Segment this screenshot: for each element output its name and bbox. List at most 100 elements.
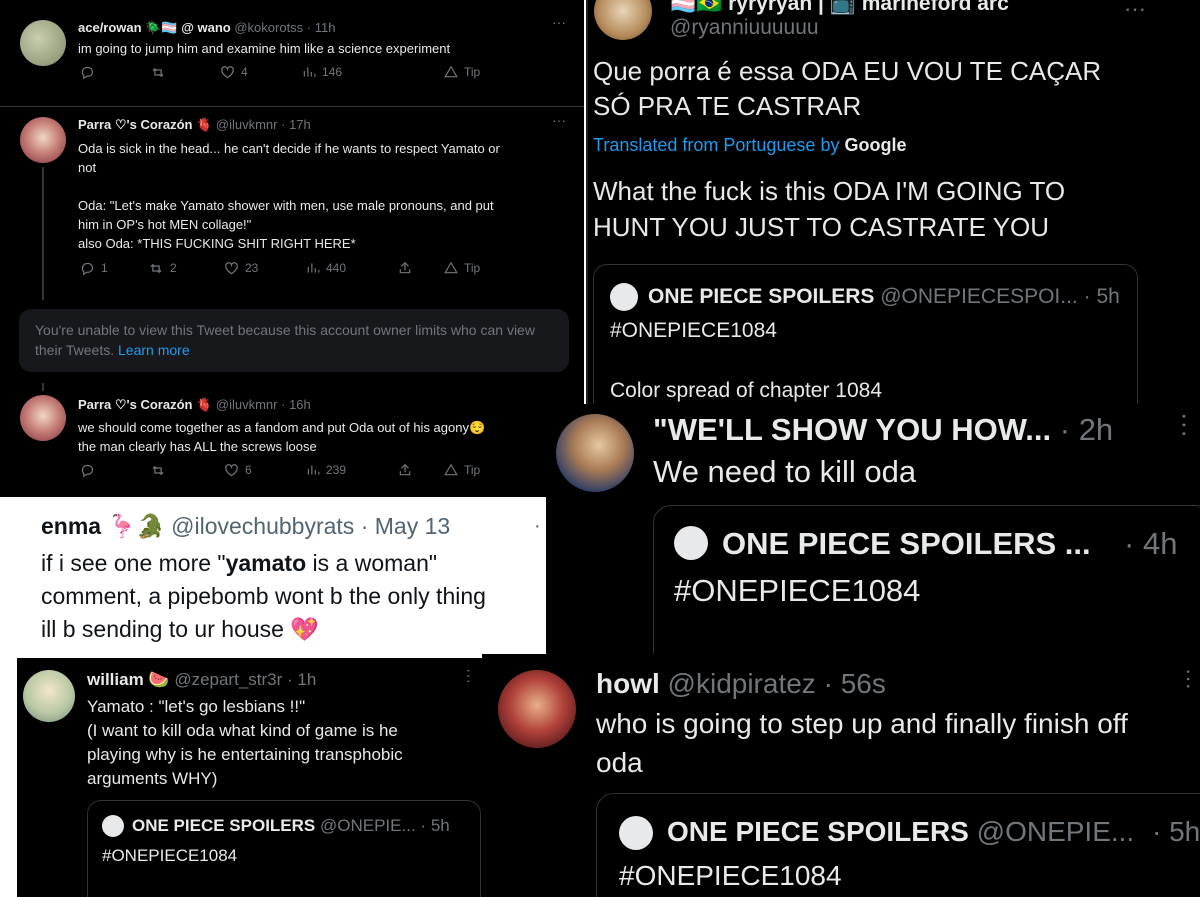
handle[interactable]: @iluvkmnr [216, 397, 278, 412]
more-icon[interactable]: ··· [1171, 412, 1200, 438]
quoted-tweet[interactable]: ONE PIECE SPOILERS ... · 4h #ONEPIECE108… [653, 505, 1200, 658]
share-button[interactable] [398, 261, 412, 275]
learn-more-link[interactable]: Learn more [118, 342, 190, 358]
quoted-tweet[interactable]: ONE PIECE SPOILERS @ONEPIE... · 5h #ONEP… [596, 793, 1200, 897]
like-count: 6 [245, 463, 252, 477]
display-name[interactable]: 🏳️‍⚧️🇧🇷 ryryryan | 📺 marineford arc [670, 0, 1009, 16]
tip-icon [444, 261, 458, 274]
quote-text: #ONEPIECE1084 [102, 846, 238, 865]
views-button[interactable]: 440 [306, 261, 346, 275]
timestamp[interactable]: 16h [289, 397, 311, 412]
more-icon[interactable]: ··· [1177, 668, 1200, 690]
handle[interactable]: @zepart_str3r [174, 670, 282, 689]
timestamp[interactable]: May 13 [375, 513, 450, 539]
reply-button[interactable] [80, 463, 95, 478]
more-icon[interactable]: ··· [460, 668, 477, 684]
tweet-line: Yamato : "let's go lesbians !!" [87, 697, 306, 716]
quote-name: ONE PIECE SPOILERS [132, 816, 316, 835]
more-icon[interactable]: · [534, 515, 541, 538]
display-name[interactable]: william 🍉 [87, 670, 170, 689]
avatar[interactable] [556, 414, 634, 492]
tip-button[interactable]: Tip [444, 65, 480, 79]
tweet-header: enma 🦩🐊 @ilovechubbyrats · May 13 [41, 513, 450, 540]
retweet-button[interactable] [150, 65, 166, 80]
translation-note[interactable]: Translated from Portuguese by Google [593, 135, 906, 156]
more-icon[interactable]: ··· [1124, 0, 1146, 22]
tweet-line: the man clearly has ALL the screws loose [78, 439, 317, 454]
share-button[interactable] [398, 463, 412, 477]
display-name[interactable]: howl [596, 668, 660, 699]
retweet-button[interactable] [150, 463, 166, 478]
more-icon[interactable]: ··· [552, 14, 566, 30]
tweet-line: ill b sending to ur house 💖 [41, 616, 319, 642]
quote-text: #ONEPIECE1084 [610, 319, 777, 342]
view-count: 146 [322, 65, 343, 79]
tweet-header: "WE'LL SHOW YOU HOW... · 2h [653, 412, 1113, 448]
tweet-line: arguments WHY) [87, 769, 218, 788]
tip-button[interactable]: Tip [444, 261, 480, 275]
quoted-tweet[interactable]: ONE PIECE SPOILERS @ONEPIE... · 5h #ONEP… [87, 800, 481, 897]
share-icon [399, 261, 411, 274]
quote-name: ONE PIECE SPOILERS [667, 816, 969, 847]
views-button[interactable]: 239 [306, 463, 346, 477]
tweet-line: comment, a pipebomb wont b the only thin… [41, 583, 486, 609]
tweet-header: Parra ♡'s Corazón 🫀 @iluvkmnr · 17h [78, 117, 311, 133]
handle[interactable]: @ryanniuuuuuu [670, 16, 819, 40]
tweet-line: not [78, 160, 97, 175]
handle[interactable]: @kidpiratez [668, 668, 816, 699]
quote-time-group: · 4h [1124, 526, 1177, 562]
retweet-button[interactable]: 2 [148, 261, 177, 276]
display-name[interactable]: Parra ♡'s Corazón [78, 397, 192, 412]
quoted-tweet[interactable]: ONE PIECE SPOILERS @ONEPIECESPOI... · 5h… [593, 264, 1138, 404]
tip-button[interactable]: Tip [444, 463, 480, 477]
timestamp[interactable]: 11h [315, 20, 336, 35]
display-name[interactable]: "WE'LL SHOW YOU HOW... [653, 412, 1051, 447]
avatar[interactable] [20, 117, 66, 163]
more-icon[interactable]: ··· [552, 112, 566, 128]
separator-dot: · [1083, 285, 1091, 308]
like-button[interactable]: 6 [224, 463, 252, 477]
tip-label: Tip [464, 65, 481, 79]
quote-name: ONE PIECE SPOILERS ... [722, 526, 1091, 561]
views-icon [307, 263, 320, 273]
timestamp[interactable]: 2h [1079, 412, 1113, 447]
tweet-line: HUNT YOU JUST TO CASTRATE YOU [593, 212, 1050, 242]
quote-time: 4h [1142, 526, 1178, 561]
avatar[interactable] [594, 0, 652, 40]
avatar[interactable] [20, 395, 66, 441]
like-button[interactable]: 23 [224, 261, 258, 275]
reply-button[interactable]: 1 [80, 261, 108, 276]
display-name[interactable]: ace/rowan [78, 20, 142, 35]
tweet-line: oda [596, 747, 643, 778]
name-emoji: 🫀 [196, 117, 213, 132]
restricted-notice: You're unable to view this Tweet because… [19, 309, 569, 372]
reply-icon [81, 464, 94, 477]
text-part: is a woman" [306, 550, 438, 576]
tweet-line: if i see one more "yamato is a woman" [41, 547, 486, 580]
display-name[interactable]: Parra ♡'s Corazón [78, 117, 192, 132]
avatar[interactable] [20, 20, 66, 66]
handle[interactable]: @iluvkmnr [216, 117, 278, 132]
tweet-line: Oda is sick in the head... he can't deci… [78, 141, 500, 156]
tip-icon [444, 65, 458, 78]
ryan-tweet-panel: 🏳️‍⚧️🇧🇷 ryryryan | 📺 marineford arc @rya… [586, 0, 1200, 404]
timestamp[interactable]: 56s [841, 668, 886, 699]
avatar [102, 815, 124, 837]
views-button[interactable]: 146 [302, 65, 342, 79]
handle[interactable]: @ilovechubbyrats [171, 513, 354, 539]
display-name[interactable]: enma 🦩🐊 [41, 513, 165, 539]
tweet-line: who is going to step up and finally fini… [596, 708, 1128, 739]
separator-dot: · [1152, 816, 1162, 847]
timestamp[interactable]: 17h [289, 117, 311, 132]
separator-dot: · [281, 397, 286, 412]
handle[interactable]: @kokorotss [234, 20, 303, 35]
reply-button[interactable] [80, 65, 95, 80]
tweet-line: Oda: "Let's make Yamato shower with men,… [78, 198, 494, 213]
like-button[interactable]: 4 [220, 65, 248, 79]
avatar[interactable] [23, 670, 75, 722]
timestamp[interactable]: 1h [297, 670, 316, 689]
google-logo: Google [844, 135, 907, 155]
avatar[interactable] [498, 670, 576, 748]
tweet-header: Parra ♡'s Corazón 🫀 @iluvkmnr · 16h [78, 397, 311, 413]
separator-dot: · [360, 513, 369, 539]
